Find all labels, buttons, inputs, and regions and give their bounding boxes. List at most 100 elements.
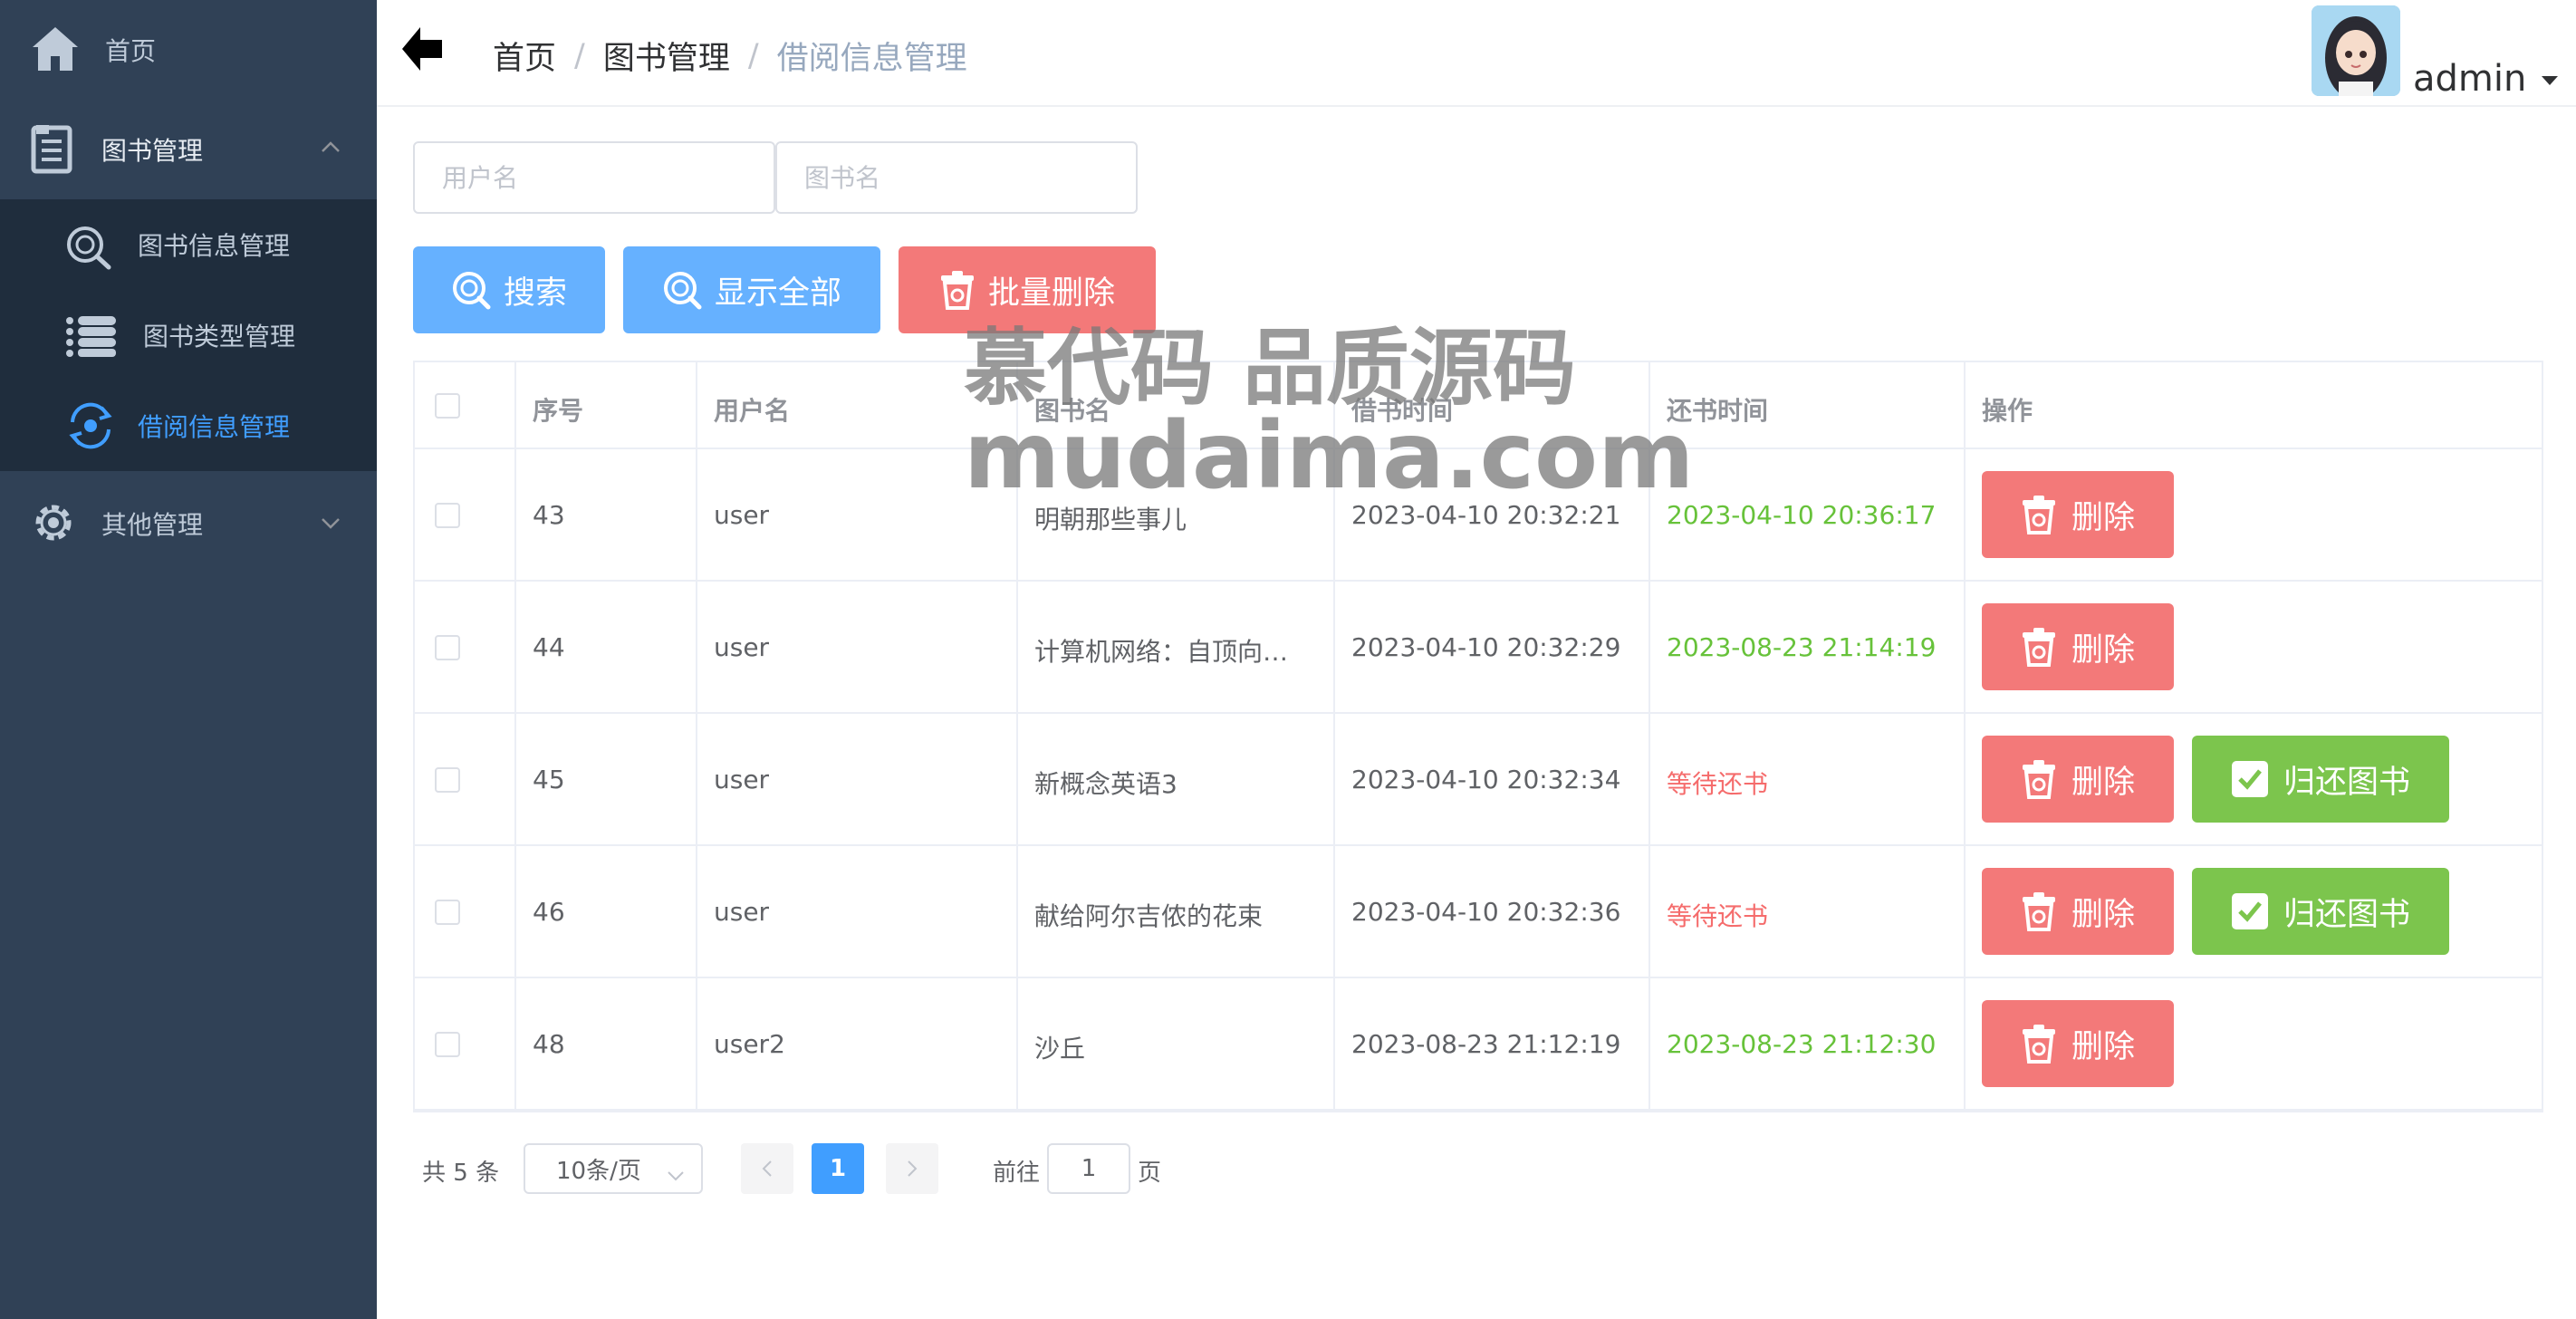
- search-button[interactable]: 搜索: [413, 246, 605, 333]
- cell-return-time: 2023-08-23 21:14:19: [1667, 632, 1937, 662]
- cell-username: user: [714, 632, 770, 662]
- user-name[interactable]: admin: [2413, 58, 2526, 100]
- select-all-checkbox[interactable]: [435, 393, 460, 419]
- breadcrumb-book-management[interactable]: 图书管理: [603, 33, 730, 79]
- delete-button-label: 删除: [2071, 896, 2135, 933]
- show-all-button[interactable]: 显示全部: [623, 246, 880, 333]
- bookname-search-input[interactable]: [775, 141, 1138, 214]
- cell-borrow-time: 2023-04-10 20:32:29: [1351, 632, 1621, 662]
- sidebar-item-label: 其他管理: [101, 510, 204, 540]
- column-header-borrow-time: 借书时间: [1351, 396, 1454, 426]
- table-row: 45 user 新概念英语3 2023-04-10 20:32:34 等待还书 删除 归还图…: [415, 714, 2542, 846]
- cell-borrow-time: 2023-08-23 21:12:19: [1351, 1029, 1621, 1059]
- checkbox-checked-icon: [2231, 761, 2268, 797]
- show-all-button-label: 显示全部: [714, 274, 841, 312]
- table-header-row: 序号 用户名 图书名 借书时间 还书时间 操作: [415, 362, 2542, 449]
- column-header-id: 序号: [533, 396, 584, 426]
- return-book-button[interactable]: 归还图书: [2192, 868, 2449, 955]
- cell-username: user: [714, 500, 770, 530]
- batch-delete-button[interactable]: 批量删除: [899, 246, 1156, 333]
- delete-button-label: 删除: [2071, 764, 2135, 801]
- cell-return-time: 2023-04-10 20:36:17: [1667, 500, 1937, 530]
- breadcrumb-home[interactable]: 首页: [493, 33, 556, 79]
- cell-borrow-time: 2023-04-10 20:32:36: [1351, 897, 1621, 927]
- delete-button[interactable]: 删除: [1982, 1000, 2174, 1087]
- sidebar-item-book-type[interactable]: 图书类型管理: [0, 290, 377, 380]
- cell-bookname: 计算机网络：自顶向…: [1034, 637, 1289, 667]
- column-header-return-time: 还书时间: [1667, 396, 1769, 426]
- trash-icon: [2022, 760, 2055, 799]
- cell-id: 48: [533, 1029, 565, 1059]
- sidebar-item-book-info[interactable]: 图书信息管理: [0, 199, 377, 290]
- delete-button-label: 删除: [2071, 631, 2135, 669]
- page-button-current[interactable]: 1: [812, 1143, 864, 1194]
- sidebar-item-borrow-info[interactable]: 借阅信息管理: [0, 380, 377, 471]
- next-page-button[interactable]: [886, 1143, 938, 1194]
- top-header: 首页 / 图书管理 / 借阅信息管理 admin: [377, 0, 2576, 107]
- list-icon: [65, 315, 118, 361]
- delete-button-label: 删除: [2071, 499, 2135, 536]
- page-size-value: 10条/页: [556, 1157, 641, 1185]
- row-checkbox[interactable]: [435, 635, 460, 660]
- chevron-left-icon: [762, 1160, 772, 1177]
- sidebar-item-label: 图书类型管理: [143, 322, 296, 351]
- cell-bookname: 新概念英语3: [1034, 769, 1177, 799]
- sidebar-item-other-management[interactable]: 其他管理: [0, 471, 377, 576]
- goto-page-input[interactable]: [1047, 1143, 1130, 1194]
- table-row: 46 user 献给阿尔吉侬的花束 2023-04-10 20:32:36 等待还书 删除…: [415, 846, 2542, 978]
- return-book-button[interactable]: 归还图书: [2192, 736, 2449, 823]
- cell-id: 46: [533, 897, 565, 927]
- sidebar-item-label: 图书信息管理: [138, 231, 291, 261]
- chevron-up-icon: [321, 140, 341, 157]
- batch-delete-button-label: 批量删除: [987, 274, 1115, 312]
- magnifier-icon: [65, 225, 114, 274]
- avatar[interactable]: [2312, 5, 2400, 96]
- back-arrow-icon[interactable]: [399, 24, 449, 82]
- cell-id: 43: [533, 500, 565, 530]
- page-size-select[interactable]: 10条/页: [524, 1143, 703, 1194]
- cell-username: user: [714, 897, 770, 927]
- username-search-input[interactable]: [413, 141, 775, 214]
- row-checkbox[interactable]: [435, 900, 460, 925]
- trash-icon: [2022, 892, 2055, 931]
- pagination-total: 共 5 条: [422, 1160, 500, 1187]
- borrow-table: 序号 用户名 图书名 借书时间 还书时间 操作 43 user 明朝那些事儿 2023…: [413, 361, 2543, 1112]
- delete-button[interactable]: 删除: [1982, 471, 2174, 558]
- delete-button[interactable]: 删除: [1982, 603, 2174, 690]
- row-checkbox[interactable]: [435, 1032, 460, 1057]
- caret-down-icon[interactable]: [2542, 76, 2558, 85]
- cell-bookname: 献给阿尔吉侬的花束: [1034, 901, 1264, 931]
- cell-id: 44: [533, 632, 565, 662]
- sidebar-item-label: 首页: [105, 36, 157, 66]
- return-book-button-label: 归还图书: [2283, 764, 2410, 801]
- cell-bookname: 明朝那些事儿: [1034, 505, 1187, 534]
- table-row: 48 user2 沙丘 2023-08-23 21:12:19 2023-08-23 2…: [415, 978, 2542, 1111]
- cell-return-time: 等待还书: [1667, 769, 1769, 799]
- column-header-username: 用户名: [714, 396, 791, 426]
- breadcrumb-current: 借阅信息管理: [776, 41, 967, 77]
- checkbox-checked-icon: [2231, 893, 2268, 929]
- trash-icon: [2022, 496, 2055, 534]
- breadcrumb-separator: /: [747, 37, 759, 74]
- cell-bookname: 沙丘: [1034, 1034, 1086, 1064]
- cell-username: user2: [714, 1029, 785, 1059]
- cell-id: 45: [533, 765, 565, 794]
- delete-button[interactable]: 删除: [1982, 868, 2174, 955]
- row-checkbox[interactable]: [435, 503, 460, 528]
- sidebar-item-home[interactable]: 首页: [0, 0, 377, 100]
- table-row: 43 user 明朝那些事儿 2023-04-10 20:32:21 2023-04-1…: [415, 449, 2542, 582]
- delete-button[interactable]: 删除: [1982, 736, 2174, 823]
- prev-page-button[interactable]: [741, 1143, 793, 1194]
- trash-icon: [940, 271, 974, 310]
- refresh-eye-icon: [65, 402, 116, 453]
- breadcrumb: 首页 / 图书管理 / 借阅信息管理: [493, 33, 967, 79]
- cell-borrow-time: 2023-04-10 20:32:34: [1351, 765, 1621, 794]
- row-checkbox[interactable]: [435, 767, 460, 793]
- cell-username: user: [714, 765, 770, 794]
- sidebar-item-label: 借阅信息管理: [138, 412, 291, 442]
- sidebar-item-book-management[interactable]: 图书管理: [0, 100, 377, 199]
- chevron-right-icon: [908, 1160, 918, 1177]
- home-icon: [31, 24, 80, 78]
- trash-icon: [2022, 1025, 2055, 1064]
- table-row: 44 user 计算机网络：自顶向… 2023-04-10 20:32:29 2023-…: [415, 582, 2542, 714]
